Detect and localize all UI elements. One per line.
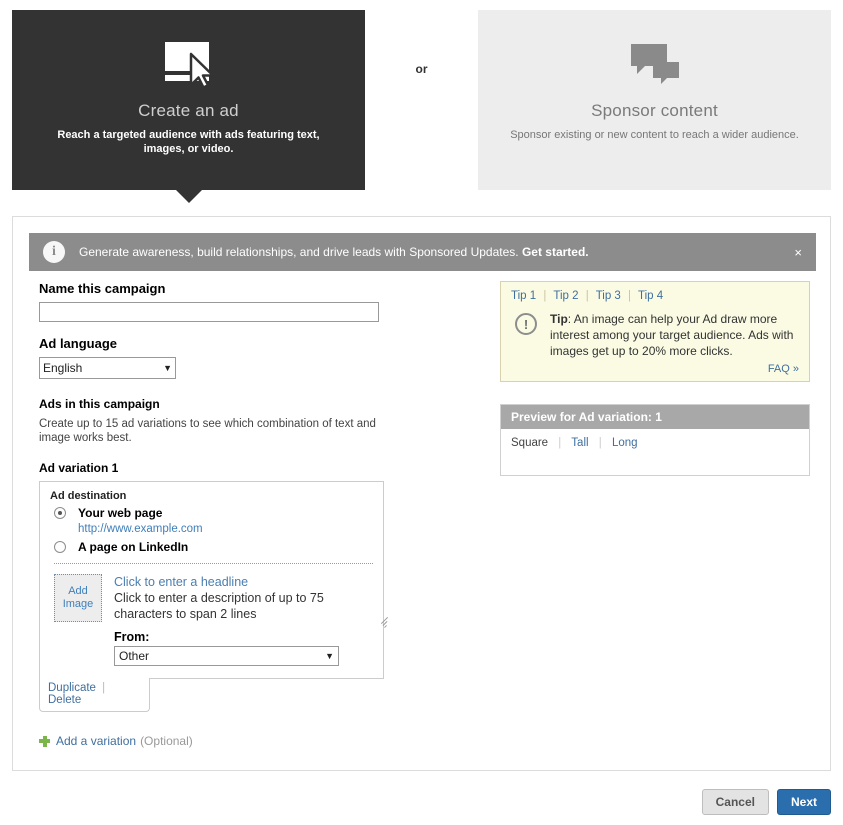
tips-tab-list: Tip 1 | Tip 2 | Tip 3 | Tip 4 [511,290,799,302]
tips-tab-4[interactable]: Tip 4 [638,290,663,302]
from-label: From: [114,630,150,644]
add-variation-row[interactable]: Add a variation (Optional) [39,734,499,748]
actions-separator: | [102,682,106,694]
campaign-name-input[interactable] [39,302,379,322]
exclamation-icon: ! [515,313,537,335]
or-divider-label: or [415,62,428,76]
selected-card-pointer [175,190,202,203]
info-icon: i [43,241,65,263]
banner-message-text: Generate awareness, build relationships,… [79,245,519,259]
destination-url-field[interactable]: http://www.example.com [78,523,373,535]
ad-variation-title: Ad variation 1 [39,461,119,475]
delete-variation-link[interactable]: Delete [48,694,81,706]
description-input[interactable]: Click to enter a description of up to 75… [114,590,349,622]
headline-input[interactable]: Click to enter a headline [114,574,373,590]
tip-content: ! Tip: An image can help your Ad draw mo… [511,311,799,359]
preview-tab-separator: | [598,437,602,449]
tips-tab-separator: | [628,290,632,302]
preview-panel-header: Preview for Ad variation: 1 [501,405,809,429]
tips-tab-1[interactable]: Tip 1 [511,290,536,302]
tips-tab-separator: | [585,290,589,302]
next-button[interactable]: Next [776,789,831,815]
ad-language-label: Ad language [39,336,118,351]
create-ad-title: Create an ad [138,101,239,120]
faq-link[interactable]: FAQ » [511,363,799,375]
tip-body-text: : An image can help your Ad draw more in… [550,312,794,358]
add-variation-optional-label: (Optional) [140,734,193,748]
plus-icon [39,735,50,747]
destination-option-linkedin[interactable]: A page on LinkedIn [54,540,373,554]
ad-display-cursor-icon [157,36,221,88]
campaign-name-label: Name this campaign [39,281,166,296]
from-select[interactable]: Other ▼ [114,646,339,666]
ad-preview-panel: Preview for Ad variation: 1 Square | Tal… [500,404,810,476]
section-divider [54,563,373,564]
resize-handle-icon[interactable] [379,616,389,628]
close-icon[interactable]: × [794,246,802,259]
campaign-setup-panel: i Generate awareness, build relationship… [12,216,831,771]
create-an-ad-card[interactable]: Create an ad Reach a targeted audience w… [12,10,365,203]
tip-text: Tip: An image can help your Ad draw more… [550,311,799,359]
radio-your-web-page[interactable] [54,507,66,519]
preview-format-tabs: Square | Tall | Long [501,429,809,475]
add-image-button[interactable]: Add Image [54,574,102,622]
ads-section-help: Create up to 15 ad variations to see whi… [39,418,376,444]
ad-variation-box: Ad destination Your web page http://www.… [39,481,389,679]
cancel-button[interactable]: Cancel [701,789,769,815]
radio-linkedin-page[interactable] [54,541,66,553]
ad-creative-row: Add Image Click to enter a headline Clic… [50,574,389,666]
create-ad-subtitle: Reach a targeted audience with ads featu… [57,129,320,155]
sponsor-content-title: Sponsor content [591,101,718,120]
campaign-type-chooser: Create an ad Reach a targeted audience w… [0,10,843,203]
tips-tab-3[interactable]: Tip 3 [596,290,621,302]
duplicate-variation-link[interactable]: Duplicate [48,682,96,694]
radio-your-web-page-label: Your web page [78,506,163,520]
preview-tab-square[interactable]: Square [511,437,548,449]
preview-tab-tall[interactable]: Tall [571,437,588,449]
sponsor-content-card[interactable]: Sponsor content Sponsor existing or new … [478,10,831,190]
ad-destination-label: Ad destination [50,490,127,502]
chevron-down-icon: ▼ [325,651,334,661]
ad-language-select[interactable]: English ▼ [39,357,176,379]
ad-copy-area: Click to enter a headline Click to enter… [114,574,389,666]
tip-label: Tip [550,312,568,326]
banner-cta-link[interactable]: Get started. [522,245,589,259]
add-variation-link[interactable]: Add a variation [56,734,136,748]
tips-tab-2[interactable]: Tip 2 [553,290,578,302]
chevron-down-icon: ▼ [163,363,172,373]
preview-tab-separator: | [558,437,562,449]
side-rail: Tip 1 | Tip 2 | Tip 3 | Tip 4 ! Tip: An … [500,281,810,476]
destination-option-webpage[interactable]: Your web page [54,506,373,520]
ad-variation-actions: Duplicate | Delete [39,678,150,712]
campaign-form: Name this campaign Ad language English ▼… [39,281,499,748]
preview-tab-long[interactable]: Long [612,437,638,449]
banner-message: Generate awareness, build relationships,… [79,245,794,259]
radio-linkedin-page-label: A page on LinkedIn [78,540,189,554]
tips-panel: Tip 1 | Tip 2 | Tip 3 | Tip 4 ! Tip: An … [500,281,810,382]
ads-section-title: Ads in this campaign [39,397,160,411]
sponsor-content-subtitle: Sponsor existing or new content to reach… [510,129,799,141]
sponsored-updates-banner: i Generate awareness, build relationship… [29,233,816,271]
wizard-footer-actions: Cancel Next [701,789,831,815]
tips-tab-separator: | [543,290,547,302]
from-value: Other [119,649,150,663]
ad-language-value: English [43,361,83,375]
speech-bubbles-icon [623,36,687,88]
